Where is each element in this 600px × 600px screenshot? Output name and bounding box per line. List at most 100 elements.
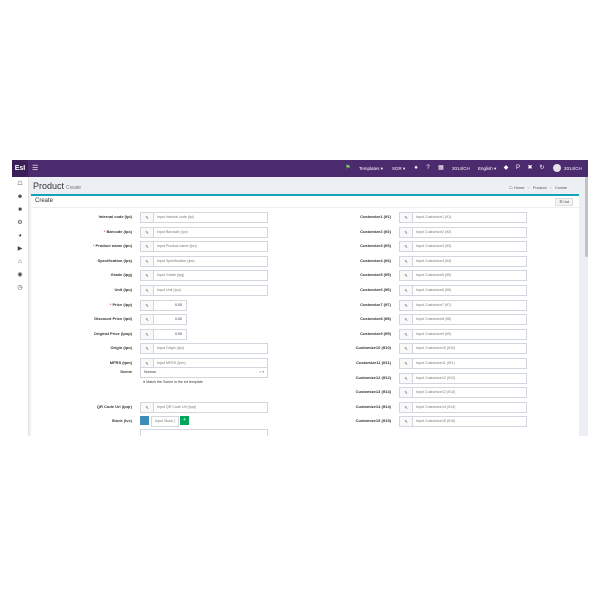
text-input[interactable]: ✎ Input Unit (Ipu) — [140, 285, 268, 296]
templates-menu[interactable]: Templates ▾ — [359, 160, 383, 177]
text-input[interactable]: ✎ Input Customize3 (If3) — [399, 241, 527, 253]
field-placeholder: Input Customize9 (If9) — [416, 331, 452, 336]
dashboard-icon[interactable]: ☖ — [16, 180, 24, 188]
stock-row: Stock (Ivc) Input Stock ( + — [31, 415, 291, 427]
clock-icon[interactable]: ◷ — [16, 284, 24, 292]
chevron-down-icon[interactable]: × ▾ — [259, 368, 264, 377]
page-subtitle: Create — [66, 185, 82, 191]
field-label: * Product name (Ipn) — [31, 240, 132, 251]
breadcrumb-product[interactable]: Product — [533, 185, 547, 190]
customize-row: Customize9 (If9) ✎ Input Customize9 (If9) — [301, 328, 571, 340]
p-icon[interactable]: P — [515, 165, 521, 171]
customize-row: Customize5 (If5) ✎ Input Customize5 (If5) — [301, 269, 571, 282]
globe-icon[interactable]: ◉ — [16, 271, 24, 279]
text-input[interactable]: ✎ Input Customize1 (If1) — [399, 212, 527, 223]
field-label-text: Origin (Ipo) — [110, 345, 132, 351]
stock-minus-button[interactable] — [140, 416, 149, 425]
pie-icon[interactable]: ◕ — [16, 232, 24, 240]
home-icon[interactable]: ☖ — [509, 185, 513, 190]
templates-label: Templates — [359, 166, 380, 171]
text-input[interactable]: ✎ Input Customize11 (If11) — [399, 358, 527, 369]
page-title: Product Create — [33, 181, 81, 191]
stock-plus-button[interactable]: + — [180, 416, 189, 425]
text-input[interactable]: ✎ Input Customize2 (If2) — [399, 226, 527, 238]
field-label-text: Product name (Ipn) — [95, 243, 132, 249]
text-input[interactable]: ✎ Input Specification (Ips) — [140, 255, 268, 267]
text-input[interactable]: ✎ Input Barcode (Ipc) — [140, 226, 268, 238]
list-button[interactable]: ☰ List — [555, 198, 573, 206]
field-label: Customize11 (If11) — [356, 360, 391, 365]
field-label-text: Unit (Ipu) — [114, 287, 132, 292]
text-input[interactable]: ✎ Input Customize5 (If5) — [399, 270, 527, 282]
currency-label: SGR — [392, 166, 402, 171]
language-menu[interactable]: English ▾ — [478, 160, 496, 177]
customize-row: Customize14 (If14) ✎ Input Customize14 (If… — [301, 401, 571, 413]
refresh-icon[interactable]: ↻ — [539, 165, 545, 171]
scene-select[interactable]: Normal × ▾ — [140, 367, 268, 378]
notification-icon[interactable]: ⚑ — [345, 165, 351, 171]
user-name[interactable]: 2014/CH — [564, 160, 582, 177]
field-label: Unit (Ipu) — [31, 284, 132, 295]
text-input[interactable]: ✎ Input Customize6 (If6) — [399, 285, 527, 296]
stock-placeholder: Input Stock ( — [155, 419, 176, 423]
pencil-icon: ✎ — [141, 344, 154, 354]
pencil-icon: ✎ — [400, 388, 413, 398]
expand-icon[interactable]: ✖ — [527, 165, 533, 171]
info-icon: ● — [143, 380, 146, 384]
user-icon[interactable]: ● — [413, 165, 419, 171]
pencil-icon: ✎ — [400, 242, 413, 252]
language-label: English — [478, 166, 493, 171]
brand-logo[interactable]: EsI — [12, 160, 28, 177]
partial-input[interactable] — [140, 429, 268, 436]
text-input[interactable]: ✎ Input Customize9 (If9) — [399, 328, 527, 340]
customize-row: Customize2 (If2) ✎ Input Customize2 (If2) — [301, 226, 571, 238]
chart-icon[interactable]: ▦ — [438, 165, 444, 171]
product-icon[interactable]: ■ — [16, 206, 24, 214]
text-input[interactable]: ✎ Input Grade (Ipg) — [140, 270, 268, 282]
pencil-icon: ✎ — [141, 286, 154, 295]
settings-icon[interactable]: ⚙ — [16, 219, 24, 227]
help-icon[interactable]: ? — [425, 165, 431, 171]
scene-value: Normal — [144, 370, 156, 374]
text-input[interactable]: ✎ Input Customize7 (If7) — [399, 299, 527, 311]
currency-menu[interactable]: SGR ▾ — [392, 160, 405, 177]
text-input[interactable]: ✎ Input Customize8 (If8) — [399, 314, 527, 326]
field-placeholder: Input Origin (Ipo) — [157, 346, 184, 351]
text-input[interactable]: ✎ Input Customize4 (If4) — [399, 255, 527, 267]
form-row: Internal code (Ipi) ✎ Input Internal code … — [31, 211, 291, 223]
breadcrumb-home[interactable]: Home — [514, 185, 525, 190]
field-value: 0.00 — [175, 317, 182, 322]
text-input[interactable]: ✎ Input Customize10 (If10) — [399, 343, 527, 355]
list-button-label: List — [563, 200, 569, 204]
qr-input[interactable]: ✎ Input QR Code Url (Ipqr) — [140, 402, 268, 413]
text-input[interactable]: ✎ Input Customize14 (If14) — [399, 401, 527, 413]
text-input[interactable]: ✎ 0.00 — [140, 299, 187, 311]
create-form-box: Create ☰ List Internal code (Ipi) ✎ Input … — [31, 194, 579, 436]
hamburger-icon[interactable]: ☰ — [32, 160, 38, 177]
text-input[interactable]: ✎ 0.00 — [140, 314, 187, 326]
field-label: Original Price (Ipop) — [31, 328, 132, 339]
tag-icon[interactable]: ◆ — [503, 165, 509, 171]
text-input[interactable]: ✎ Input Internal code (Ipi) — [140, 212, 268, 223]
scrollbar[interactable] — [585, 177, 588, 257]
broadcast-icon[interactable]: ▶ — [16, 245, 24, 253]
text-input[interactable]: ✎ 0.00 — [140, 328, 187, 340]
users-icon[interactable]: ☻ — [16, 193, 24, 201]
pencil-icon: ✎ — [400, 286, 413, 295]
account-label[interactable]: 2014/CH — [452, 160, 470, 177]
avatar[interactable] — [553, 164, 561, 172]
text-input[interactable]: ✎ Input Customize15 (If15) — [399, 416, 527, 428]
stock-input[interactable]: Input Stock ( — [151, 416, 179, 427]
field-placeholder: Input Product name (Ipn) — [157, 244, 197, 249]
field-placeholder: Input Barcode (Ipc) — [157, 229, 188, 234]
cart-icon[interactable]: ⌂ — [16, 258, 24, 266]
pencil-icon: ✎ — [141, 300, 154, 310]
pencil-icon: ✎ — [400, 402, 413, 412]
field-label: * Price (Ipp) — [31, 299, 132, 310]
text-input[interactable]: ✎ Input Customize12 (If12) — [399, 372, 527, 384]
text-input[interactable]: ✎ Input Origin (Ipo) — [140, 343, 268, 355]
customize-row: Customize3 (If3) ✎ Input Customize3 (If3) — [301, 240, 571, 253]
text-input[interactable]: ✎ Input Product name (Ipn) — [140, 241, 268, 253]
text-input[interactable]: ✎ Input Customize13 (If13) — [399, 387, 527, 399]
field-label: Discount Price (Ipd) — [31, 313, 132, 324]
